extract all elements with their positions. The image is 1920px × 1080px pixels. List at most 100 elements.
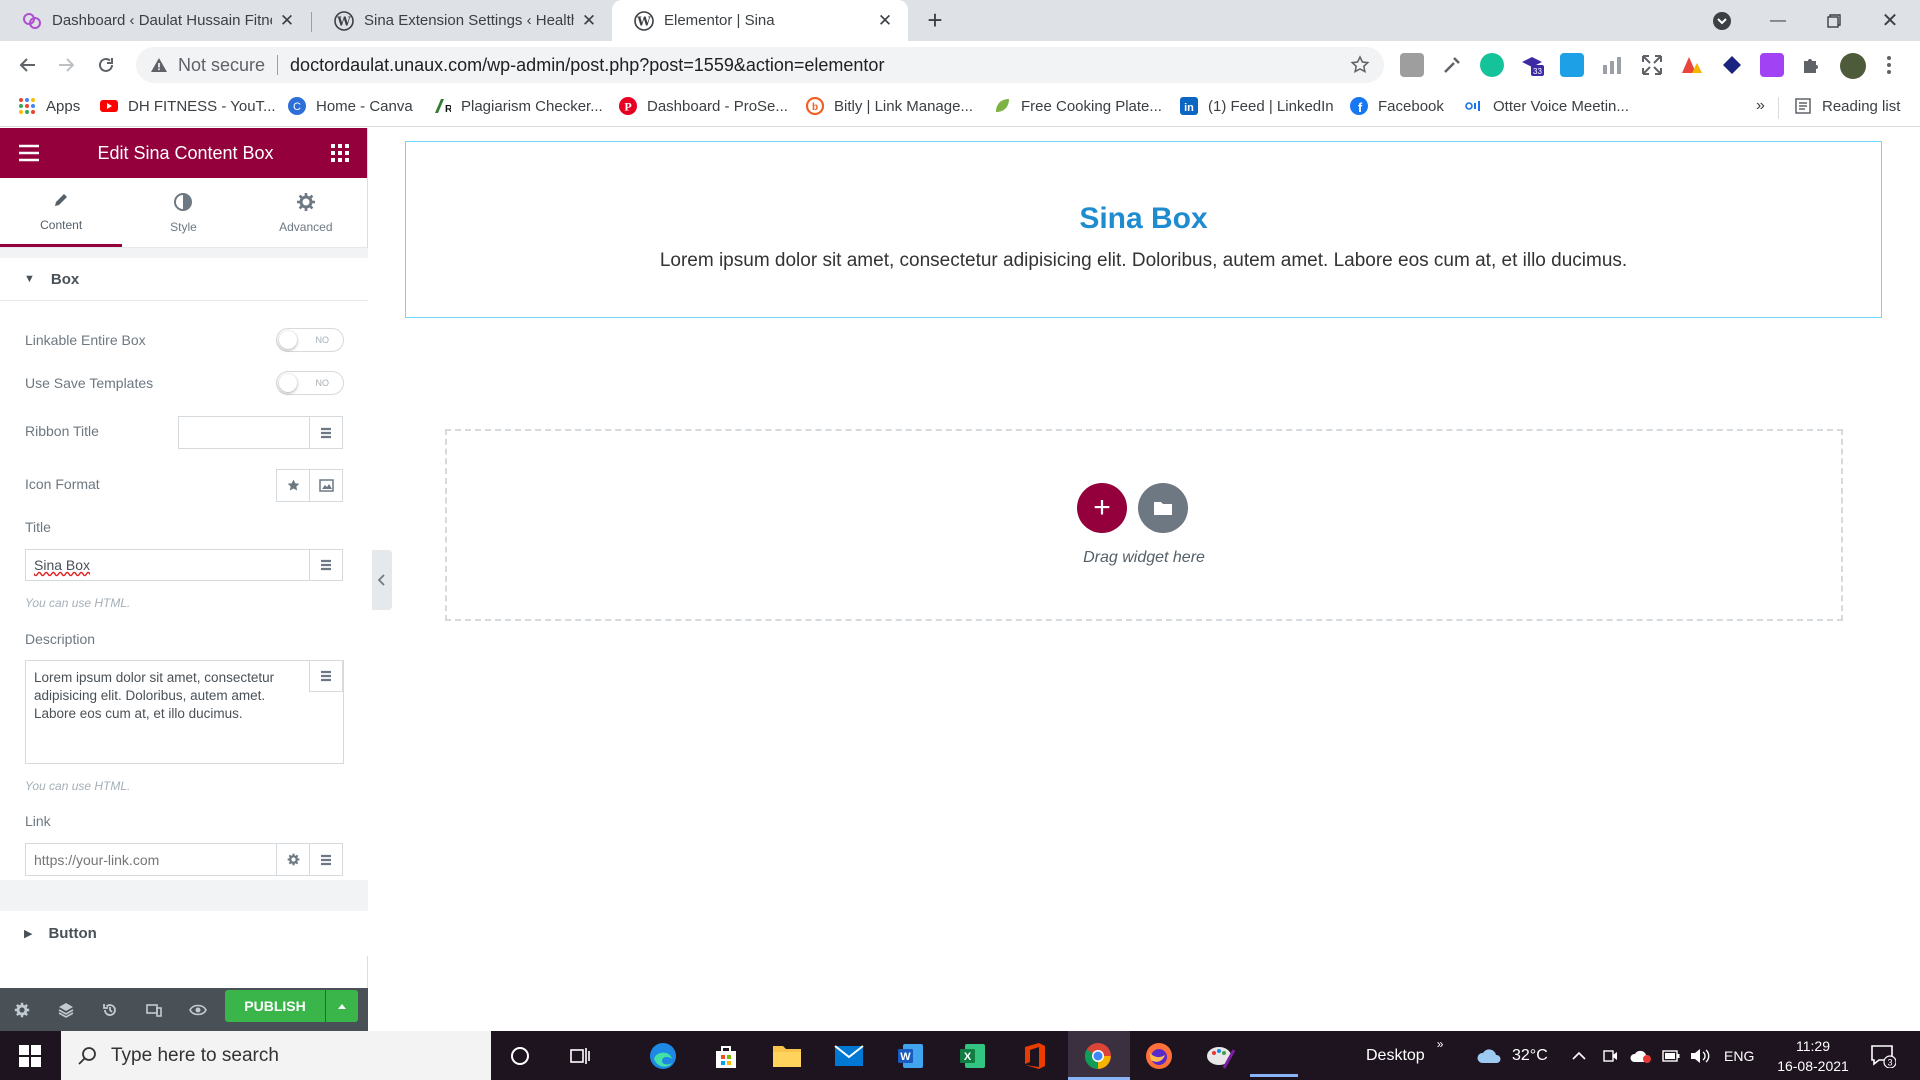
puzzle-icon[interactable] xyxy=(1800,53,1824,77)
taskbar-mail[interactable] xyxy=(833,1040,865,1072)
preview-button[interactable] xyxy=(176,988,220,1031)
cortana-button[interactable] xyxy=(504,1040,536,1072)
diamond-ext-icon[interactable] xyxy=(1720,53,1744,77)
bookmark-dh-fitness[interactable]: DH FITNESS - YouT... xyxy=(100,97,276,115)
settings-button[interactable] xyxy=(0,988,44,1031)
tray-onedrive[interactable] xyxy=(1630,1031,1652,1080)
taskbar-file-explorer[interactable] xyxy=(771,1040,803,1072)
start-button[interactable] xyxy=(14,1040,46,1072)
save-templates-toggle[interactable]: NO xyxy=(276,371,344,395)
bookmark-canva[interactable]: C Home - Canva xyxy=(288,97,413,115)
avatar[interactable] xyxy=(1840,53,1866,79)
keyboard-ext-icon[interactable] xyxy=(1560,53,1584,77)
taskbar-edge[interactable] xyxy=(647,1040,679,1072)
tab-dashboard[interactable]: Dashboard ‹ Daulat Hussain Fitne ✕ xyxy=(0,0,310,41)
section-box-toggle[interactable]: ▼ Box xyxy=(0,258,368,300)
eyedropper-icon[interactable] xyxy=(1440,53,1464,77)
taskbar-store[interactable] xyxy=(710,1040,742,1072)
expand-ext-icon[interactable] xyxy=(1640,53,1664,77)
pro-ext-icon[interactable] xyxy=(1680,53,1704,77)
add-section-button[interactable]: + xyxy=(1077,483,1127,533)
tab-elementor[interactable]: W Elementor | Sina ✕ xyxy=(612,0,908,41)
bookmark-plagiarism[interactable]: R Plagiarism Checker... xyxy=(433,97,603,115)
publish-button[interactable]: PUBLISH xyxy=(225,990,325,1022)
url-text[interactable]: doctordaulat.unaux.com/wp-admin/post.php… xyxy=(290,55,884,76)
minimize-button[interactable]: ― xyxy=(1750,0,1806,41)
back-button[interactable] xyxy=(14,51,42,79)
taskbar-office[interactable] xyxy=(1019,1040,1051,1072)
taskbar-paint[interactable] xyxy=(1205,1040,1237,1072)
sina-content-box[interactable]: Sina Box Lorem ipsum dolor sit amet, con… xyxy=(405,141,1882,318)
tab-sina-settings[interactable]: W Sina Extension Settings ‹ Health & ✕ xyxy=(312,0,612,41)
tray-volume[interactable] xyxy=(1690,1031,1710,1080)
tray-meet-now[interactable] xyxy=(1602,1031,1618,1080)
security-label[interactable]: Not secure xyxy=(178,55,265,76)
taskbar-search-box[interactable]: Type here to search xyxy=(61,1031,491,1080)
history-button[interactable] xyxy=(88,988,132,1031)
hamburger-menu-icon[interactable] xyxy=(18,144,40,162)
s-ext-icon[interactable] xyxy=(1760,53,1784,77)
warning-icon[interactable] xyxy=(150,56,168,74)
taskbar-excel[interactable]: X xyxy=(957,1040,989,1072)
add-section-dropzone[interactable]: + Drag widget here xyxy=(445,429,1843,621)
publish-options-button[interactable] xyxy=(326,990,358,1022)
graduation-cap-icon[interactable]: 33 xyxy=(1520,53,1544,77)
close-icon[interactable]: ✕ xyxy=(876,11,894,30)
description-textarea[interactable]: Lorem ipsum dolor sit amet, consectetur … xyxy=(25,660,344,764)
tray-language[interactable]: ENG xyxy=(1724,1031,1754,1080)
tray-clock[interactable]: 11:29 16-08-2021 xyxy=(1770,1031,1856,1080)
tray-overflow-button[interactable] xyxy=(1572,1031,1586,1080)
restore-button[interactable] xyxy=(1806,0,1862,41)
tab-content[interactable]: Content xyxy=(0,178,123,247)
desktop-toolbar[interactable]: Desktop » xyxy=(1366,1031,1443,1080)
section-button-toggle[interactable]: ▶ Button xyxy=(0,911,368,956)
bookmark-otter[interactable]: Otter Voice Meetin... xyxy=(1465,97,1629,115)
reload-button[interactable] xyxy=(92,51,120,79)
responsive-button[interactable] xyxy=(132,988,176,1031)
icon-format-icon-button[interactable] xyxy=(276,469,310,502)
close-icon[interactable]: ✕ xyxy=(278,11,296,30)
tab-style[interactable]: Style xyxy=(122,178,244,247)
add-template-button[interactable] xyxy=(1138,483,1188,533)
taskbar-chrome[interactable] xyxy=(1082,1040,1114,1072)
taskbar-word[interactable]: W xyxy=(895,1040,927,1072)
close-window-button[interactable]: ✕ xyxy=(1862,0,1918,41)
dynamic-tags-button[interactable] xyxy=(309,416,343,449)
bookmark-facebook[interactable]: f Facebook xyxy=(1350,97,1444,115)
close-icon[interactable]: ✕ xyxy=(580,11,598,30)
bookmark-linkedin[interactable]: in (1) Feed | LinkedIn xyxy=(1180,97,1334,115)
reading-list-button[interactable]: Reading list xyxy=(1794,97,1900,115)
address-bar[interactable]: Not secure doctordaulat.unaux.com/wp-adm… xyxy=(136,47,1384,83)
dynamic-tags-button[interactable] xyxy=(309,843,343,876)
link-input[interactable] xyxy=(25,843,277,876)
linkable-toggle[interactable]: NO xyxy=(276,328,344,352)
star-icon[interactable] xyxy=(1350,55,1370,75)
widgets-grid-icon[interactable] xyxy=(330,144,349,162)
grammarly-icon[interactable] xyxy=(1480,53,1504,77)
more-vert-icon[interactable] xyxy=(1884,53,1894,77)
bookmarks-overflow-button[interactable]: » xyxy=(1756,97,1765,115)
bookmark-prose[interactable]: P Dashboard - ProSe... xyxy=(619,97,788,115)
dynamic-tags-button[interactable] xyxy=(309,549,343,581)
icon-format-image-button[interactable] xyxy=(309,469,343,502)
bookmark-cooking[interactable]: Free Cooking Plate... xyxy=(993,97,1162,115)
forward-button[interactable] xyxy=(52,51,80,79)
panel-collapse-button[interactable] xyxy=(372,550,392,610)
tab-advanced[interactable]: Advanced xyxy=(245,178,367,247)
extension-tb-icon[interactable] xyxy=(1400,53,1424,77)
task-view-button[interactable] xyxy=(564,1040,596,1072)
tab-search-button[interactable] xyxy=(1694,0,1750,41)
dynamic-tags-button[interactable] xyxy=(309,660,343,692)
navigator-button[interactable] xyxy=(44,988,88,1031)
link-options-button[interactable] xyxy=(276,843,310,876)
bookmark-apps[interactable]: Apps xyxy=(18,97,80,115)
weather-widget[interactable]: 32°C xyxy=(1476,1031,1548,1080)
notification-center-button[interactable]: 3 xyxy=(1870,1031,1896,1080)
ribbon-title-input[interactable] xyxy=(178,416,310,449)
tray-battery[interactable] xyxy=(1662,1031,1680,1080)
grid-ext-icon[interactable] xyxy=(1600,53,1624,77)
title-input[interactable]: Sina Box xyxy=(25,549,310,581)
bookmark-bitly[interactable]: b Bitly | Link Manage... xyxy=(806,97,973,115)
taskbar-firefox[interactable] xyxy=(1143,1040,1175,1072)
new-tab-button[interactable]: + xyxy=(921,5,949,35)
